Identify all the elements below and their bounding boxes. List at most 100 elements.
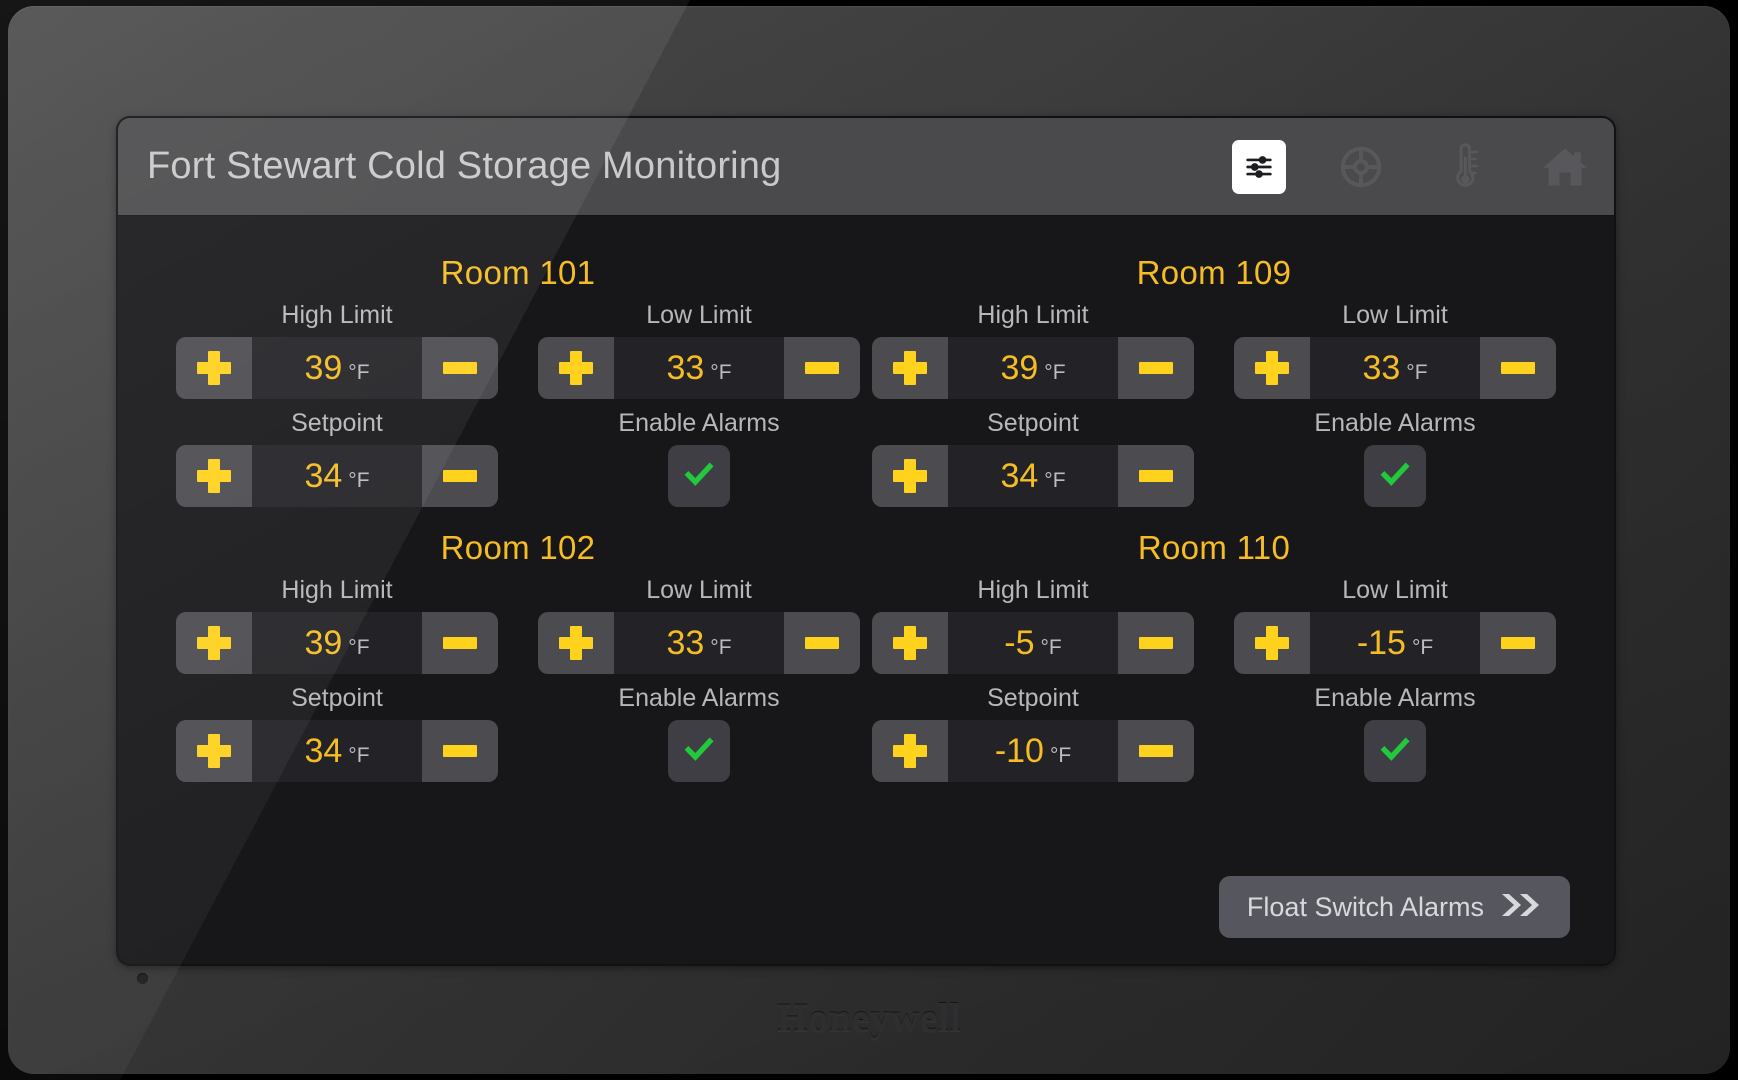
low-limit-value[interactable]: -15 °F bbox=[1310, 612, 1480, 674]
home-icon bbox=[1541, 145, 1589, 189]
setpoint-decrement-button[interactable] bbox=[1118, 445, 1194, 507]
setpoint-decrement-button[interactable] bbox=[422, 720, 498, 782]
high-limit-value[interactable]: 39 °F bbox=[252, 337, 422, 399]
high-limit-stepper: 39 °F bbox=[176, 612, 498, 674]
plus-icon bbox=[559, 351, 593, 385]
plus-icon bbox=[197, 734, 231, 768]
room-row-setpoint: Setpoint 34 °F Enable Alarms bbox=[170, 684, 866, 782]
room-panel: Room 109 High Limit 39 °F Low Limit 33 °… bbox=[866, 254, 1562, 507]
page-title: Fort Stewart Cold Storage Monitoring bbox=[147, 145, 782, 187]
setpoint-value[interactable]: 34 °F bbox=[252, 720, 422, 782]
enable-alarms-checkbox[interactable] bbox=[668, 720, 730, 782]
low-limit-stepper: -15 °F bbox=[1234, 612, 1556, 674]
high-limit-decrement-button[interactable] bbox=[422, 612, 498, 674]
low-limit-increment-button[interactable] bbox=[538, 612, 614, 674]
minus-icon bbox=[805, 362, 839, 374]
low-limit-increment-button[interactable] bbox=[538, 337, 614, 399]
setpoint-stepper: 34 °F bbox=[176, 720, 498, 782]
low-limit-decrement-button[interactable] bbox=[784, 337, 860, 399]
high-limit-decrement-button[interactable] bbox=[1118, 612, 1194, 674]
home-icon-button[interactable] bbox=[1538, 140, 1592, 194]
low-limit-number: 33 bbox=[1362, 349, 1401, 387]
minus-icon bbox=[443, 745, 477, 757]
high-limit-value[interactable]: 39 °F bbox=[948, 337, 1118, 399]
low-limit-decrement-button[interactable] bbox=[1480, 612, 1556, 674]
enable-alarms-field: Enable Alarms bbox=[538, 684, 860, 782]
high-limit-value[interactable]: -5 °F bbox=[948, 612, 1118, 674]
setpoint-value[interactable]: 34 °F bbox=[948, 445, 1118, 507]
plus-icon bbox=[1255, 626, 1289, 660]
plus-icon bbox=[197, 626, 231, 660]
minus-icon bbox=[443, 470, 477, 482]
brand-logo: Honeywell bbox=[776, 995, 962, 1040]
high-limit-stepper: -5 °F bbox=[872, 612, 1194, 674]
minus-icon bbox=[1139, 745, 1173, 757]
room-controls: High Limit 39 °F Low Limit 33 °F Setpoin… bbox=[866, 301, 1562, 507]
low-limit-increment-button[interactable] bbox=[1234, 612, 1310, 674]
setpoint-label: Setpoint bbox=[291, 409, 383, 437]
plus-icon bbox=[197, 459, 231, 493]
high-limit-value[interactable]: 39 °F bbox=[252, 612, 422, 674]
room-controls: High Limit 39 °F Low Limit 33 °F Setpoin… bbox=[170, 301, 866, 507]
setpoint-decrement-button[interactable] bbox=[422, 445, 498, 507]
target-icon-button[interactable] bbox=[1334, 140, 1388, 194]
low-limit-label: Low Limit bbox=[646, 301, 752, 329]
setpoint-field: Setpoint 34 °F bbox=[176, 684, 498, 782]
setpoint-decrement-button[interactable] bbox=[1118, 720, 1194, 782]
low-limit-increment-button[interactable] bbox=[1234, 337, 1310, 399]
enable-alarms-field: Enable Alarms bbox=[1234, 409, 1556, 507]
target-icon bbox=[1338, 144, 1384, 190]
setpoint-field: Setpoint 34 °F bbox=[872, 409, 1194, 507]
setpoint-value[interactable]: -10 °F bbox=[948, 720, 1118, 782]
high-limit-increment-button[interactable] bbox=[872, 337, 948, 399]
enable-alarms-checkbox[interactable] bbox=[668, 445, 730, 507]
room-panel: Room 101 High Limit 39 °F Low Limit 33 °… bbox=[170, 254, 866, 507]
low-limit-number: 33 bbox=[666, 624, 705, 662]
high-limit-number: 39 bbox=[304, 349, 343, 387]
checkmark-icon bbox=[1378, 457, 1412, 496]
header-icon-bar bbox=[1232, 139, 1592, 194]
low-limit-label: Low Limit bbox=[1342, 576, 1448, 604]
setpoint-number: 34 bbox=[304, 457, 343, 495]
setpoint-value[interactable]: 34 °F bbox=[252, 445, 422, 507]
high-limit-increment-button[interactable] bbox=[176, 612, 252, 674]
setpoint-label: Setpoint bbox=[291, 684, 383, 712]
setpoint-unit: °F bbox=[1049, 744, 1072, 767]
low-limit-decrement-button[interactable] bbox=[1480, 337, 1556, 399]
sliders-icon-button[interactable] bbox=[1232, 139, 1286, 194]
room-row-limits: High Limit 39 °F Low Limit 33 °F bbox=[866, 301, 1562, 399]
high-limit-unit: °F bbox=[1040, 636, 1062, 659]
setpoint-increment-button[interactable] bbox=[872, 445, 948, 507]
high-limit-increment-button[interactable] bbox=[872, 612, 948, 674]
high-limit-number: 39 bbox=[1000, 349, 1039, 387]
low-limit-label: Low Limit bbox=[646, 576, 752, 604]
low-limit-field: Low Limit 33 °F bbox=[538, 301, 860, 399]
low-limit-decrement-button[interactable] bbox=[784, 612, 860, 674]
low-limit-value[interactable]: 33 °F bbox=[614, 612, 784, 674]
plus-icon bbox=[893, 351, 927, 385]
high-limit-unit: °F bbox=[348, 636, 370, 659]
low-limit-value[interactable]: 33 °F bbox=[1310, 337, 1480, 399]
high-limit-decrement-button[interactable] bbox=[422, 337, 498, 399]
setpoint-increment-button[interactable] bbox=[176, 445, 252, 507]
high-limit-unit: °F bbox=[1044, 361, 1066, 384]
minus-icon bbox=[443, 362, 477, 374]
double-chevron-right-icon bbox=[1500, 892, 1542, 923]
high-limit-number: -5 bbox=[1004, 624, 1035, 662]
low-limit-value[interactable]: 33 °F bbox=[614, 337, 784, 399]
high-limit-decrement-button[interactable] bbox=[1118, 337, 1194, 399]
room-controls: High Limit -5 °F Low Limit -15 °F Setpoi… bbox=[866, 576, 1562, 782]
setpoint-stepper: 34 °F bbox=[872, 445, 1194, 507]
setpoint-increment-button[interactable] bbox=[872, 720, 948, 782]
setpoint-unit: °F bbox=[1044, 469, 1066, 492]
float-switch-alarms-button[interactable]: Float Switch Alarms bbox=[1218, 876, 1570, 938]
low-limit-field: Low Limit 33 °F bbox=[538, 576, 860, 674]
thermometer-icon-button[interactable] bbox=[1436, 140, 1490, 194]
enable-alarms-checkbox[interactable] bbox=[1364, 720, 1426, 782]
enable-alarms-checkbox[interactable] bbox=[1364, 445, 1426, 507]
high-limit-increment-button[interactable] bbox=[176, 337, 252, 399]
low-limit-field: Low Limit -15 °F bbox=[1234, 576, 1556, 674]
minus-icon bbox=[805, 637, 839, 649]
setpoint-increment-button[interactable] bbox=[176, 720, 252, 782]
enable-alarms-label: Enable Alarms bbox=[618, 409, 780, 437]
